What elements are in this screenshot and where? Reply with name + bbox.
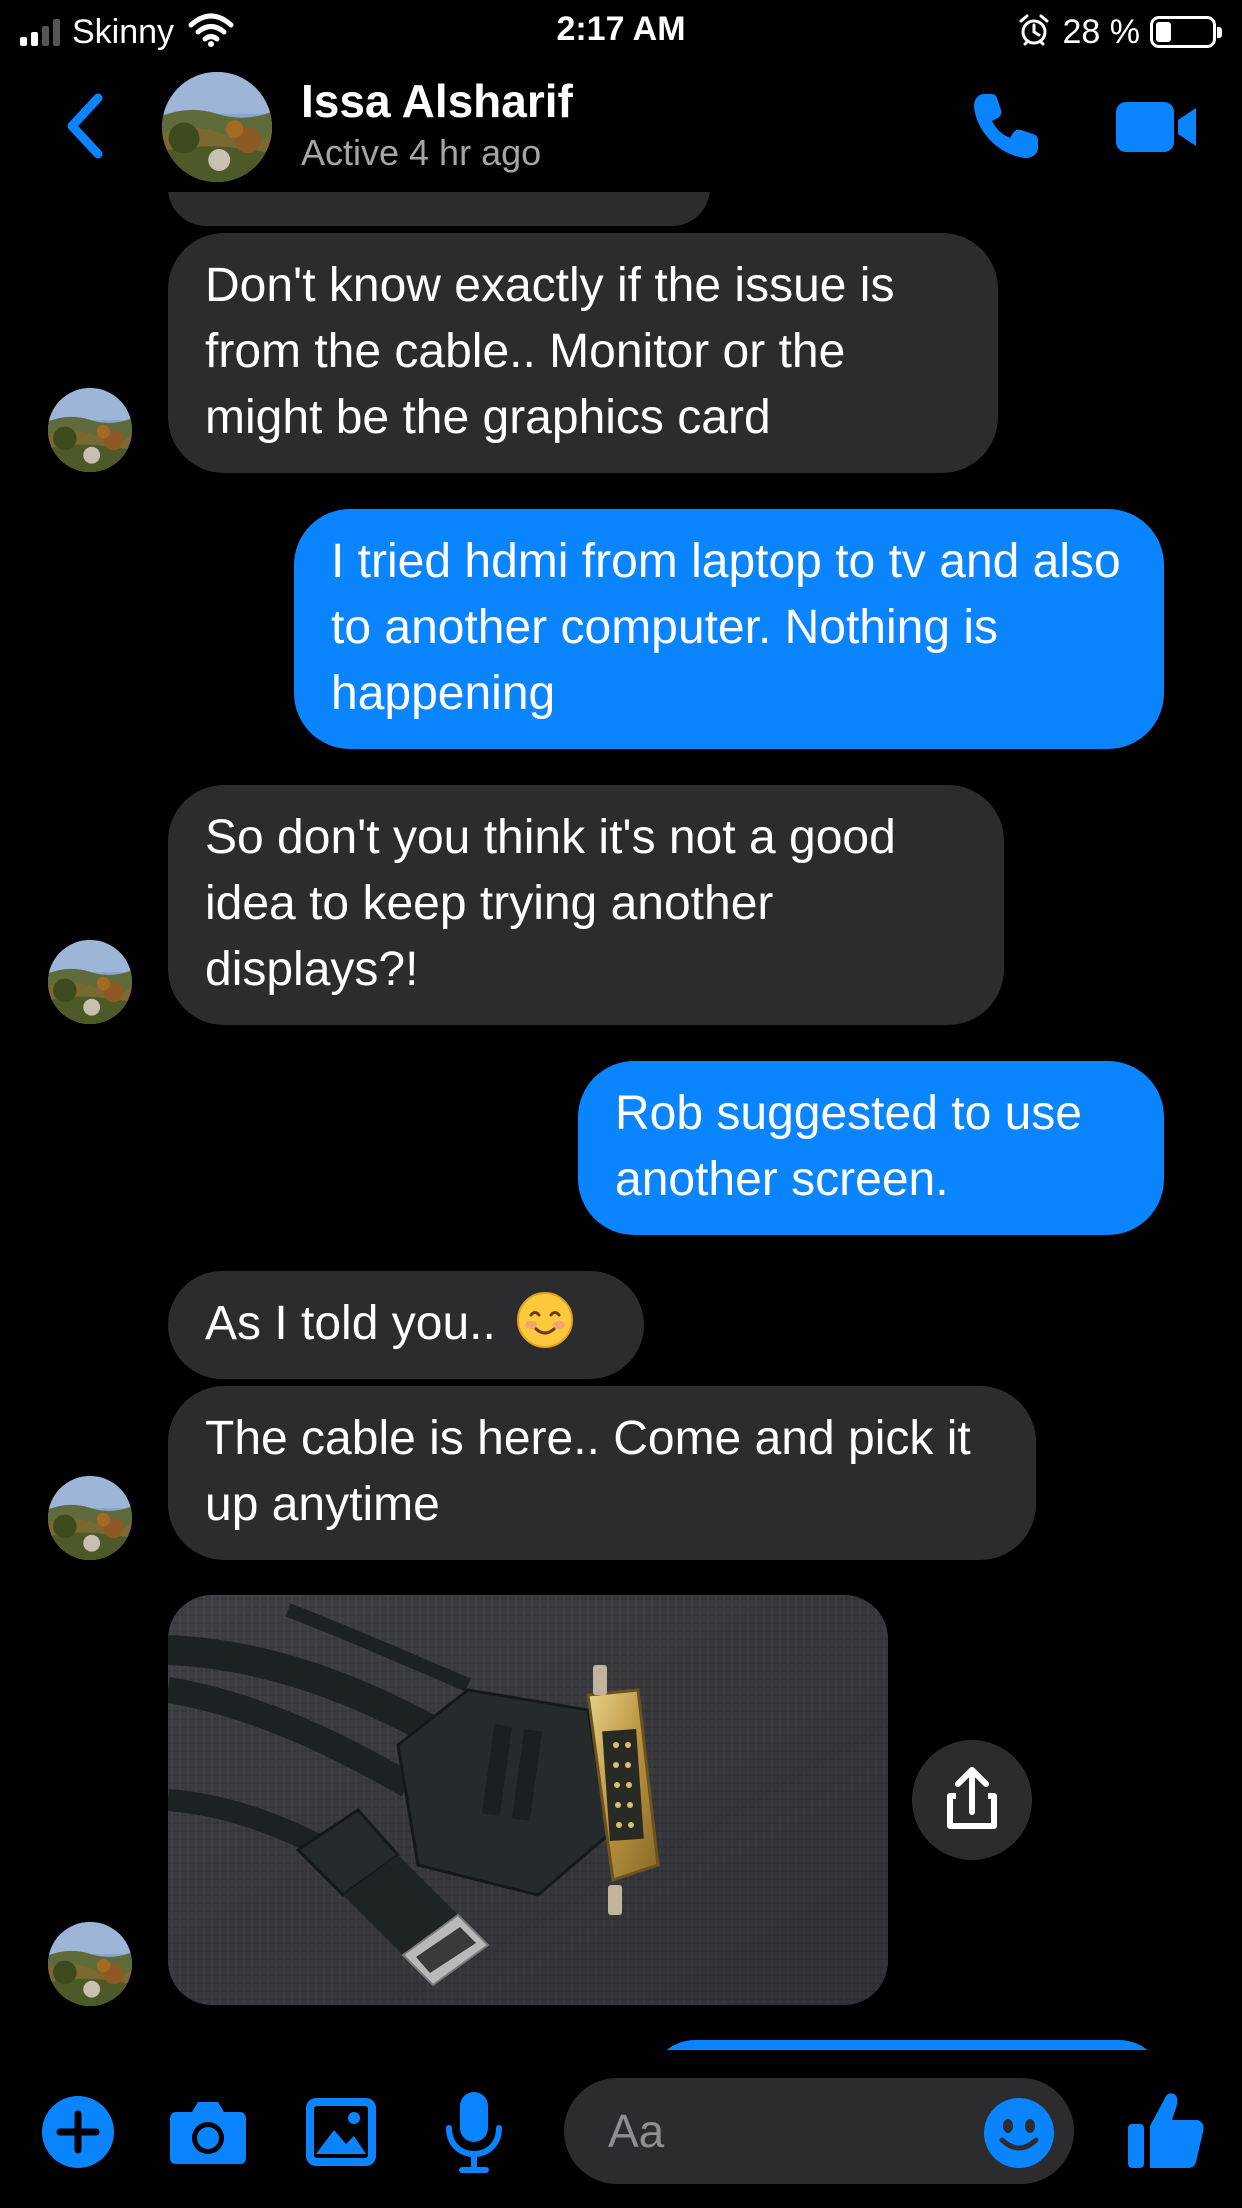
gallery-icon bbox=[306, 2098, 376, 2166]
back-button[interactable] bbox=[58, 90, 118, 162]
gallery-button[interactable] bbox=[304, 2096, 378, 2168]
audio-call-button[interactable] bbox=[968, 88, 1044, 164]
message-list[interactable]: Don't know exactly if the issue is from … bbox=[0, 0, 1242, 2050]
message-text: As I told you.. bbox=[205, 1297, 496, 1350]
composer-bar bbox=[0, 2050, 1242, 2208]
message-bubble-incoming[interactable]: The cable is here.. Come and pick it up … bbox=[168, 1386, 1036, 1560]
video-camera-icon bbox=[1116, 102, 1196, 152]
battery-icon bbox=[1150, 16, 1222, 48]
avatar[interactable] bbox=[48, 1476, 132, 1560]
message-text: So don't you think it's not a good idea … bbox=[205, 811, 896, 996]
contact-avatar[interactable] bbox=[162, 72, 272, 182]
phone-icon bbox=[974, 94, 1038, 158]
emoji-icon bbox=[984, 2098, 1054, 2168]
share-icon bbox=[947, 1767, 997, 1829]
message-input-container[interactable] bbox=[564, 2078, 1074, 2184]
voice-message-button[interactable] bbox=[444, 2090, 504, 2174]
avatar[interactable] bbox=[48, 1922, 132, 2006]
camera-button[interactable] bbox=[168, 2096, 248, 2168]
camera-icon bbox=[170, 2102, 246, 2164]
battery-percent: 28 % bbox=[1062, 12, 1141, 51]
more-actions-button[interactable] bbox=[40, 2094, 116, 2170]
message-bubble-incoming[interactable]: So don't you think it's not a good idea … bbox=[168, 785, 1004, 1025]
message-text: Don't know exactly if the issue is from … bbox=[205, 259, 895, 444]
contact-name[interactable]: Issa Alsharif bbox=[301, 74, 573, 128]
message-bubble-incoming[interactable]: As I told you.. bbox=[168, 1271, 644, 1379]
video-call-button[interactable] bbox=[1114, 98, 1200, 156]
message-bubble-outgoing[interactable]: Rob suggested to use another screen. bbox=[578, 1061, 1164, 1235]
status-bar: Skinny 2:17 AM 28 % bbox=[0, 0, 1242, 62]
message-bubble-incoming[interactable]: Don't know exactly if the issue is from … bbox=[168, 233, 998, 473]
photo-attachment[interactable] bbox=[168, 1595, 888, 2005]
avatar[interactable] bbox=[48, 940, 132, 1024]
emoji-picker-button[interactable] bbox=[982, 2096, 1056, 2170]
thumbs-up-icon bbox=[1128, 2093, 1204, 2168]
microphone-icon bbox=[446, 2092, 502, 2173]
contact-status: Active 4 hr ago bbox=[301, 132, 542, 173]
message-text: I tried hdmi from laptop to tv and also … bbox=[331, 535, 1121, 720]
message-text: The cable is here.. Come and pick it up … bbox=[205, 1412, 971, 1531]
conversation-header: Issa Alsharif Active 4 hr ago bbox=[0, 62, 1242, 192]
message-bubble-partial bbox=[650, 2040, 1164, 2050]
message-input[interactable] bbox=[608, 2078, 968, 2184]
back-chevron-icon bbox=[67, 93, 103, 159]
smiling-face-icon bbox=[516, 1291, 574, 1349]
message-text: Rob suggested to use another screen. bbox=[615, 1087, 1082, 1206]
alarm-icon bbox=[1017, 13, 1051, 52]
message-bubble-outgoing[interactable]: I tried hdmi from laptop to tv and also … bbox=[294, 509, 1164, 749]
plus-icon bbox=[42, 2096, 114, 2168]
share-button[interactable] bbox=[912, 1740, 1032, 1860]
avatar[interactable] bbox=[48, 388, 132, 472]
like-button[interactable] bbox=[1126, 2090, 1206, 2172]
